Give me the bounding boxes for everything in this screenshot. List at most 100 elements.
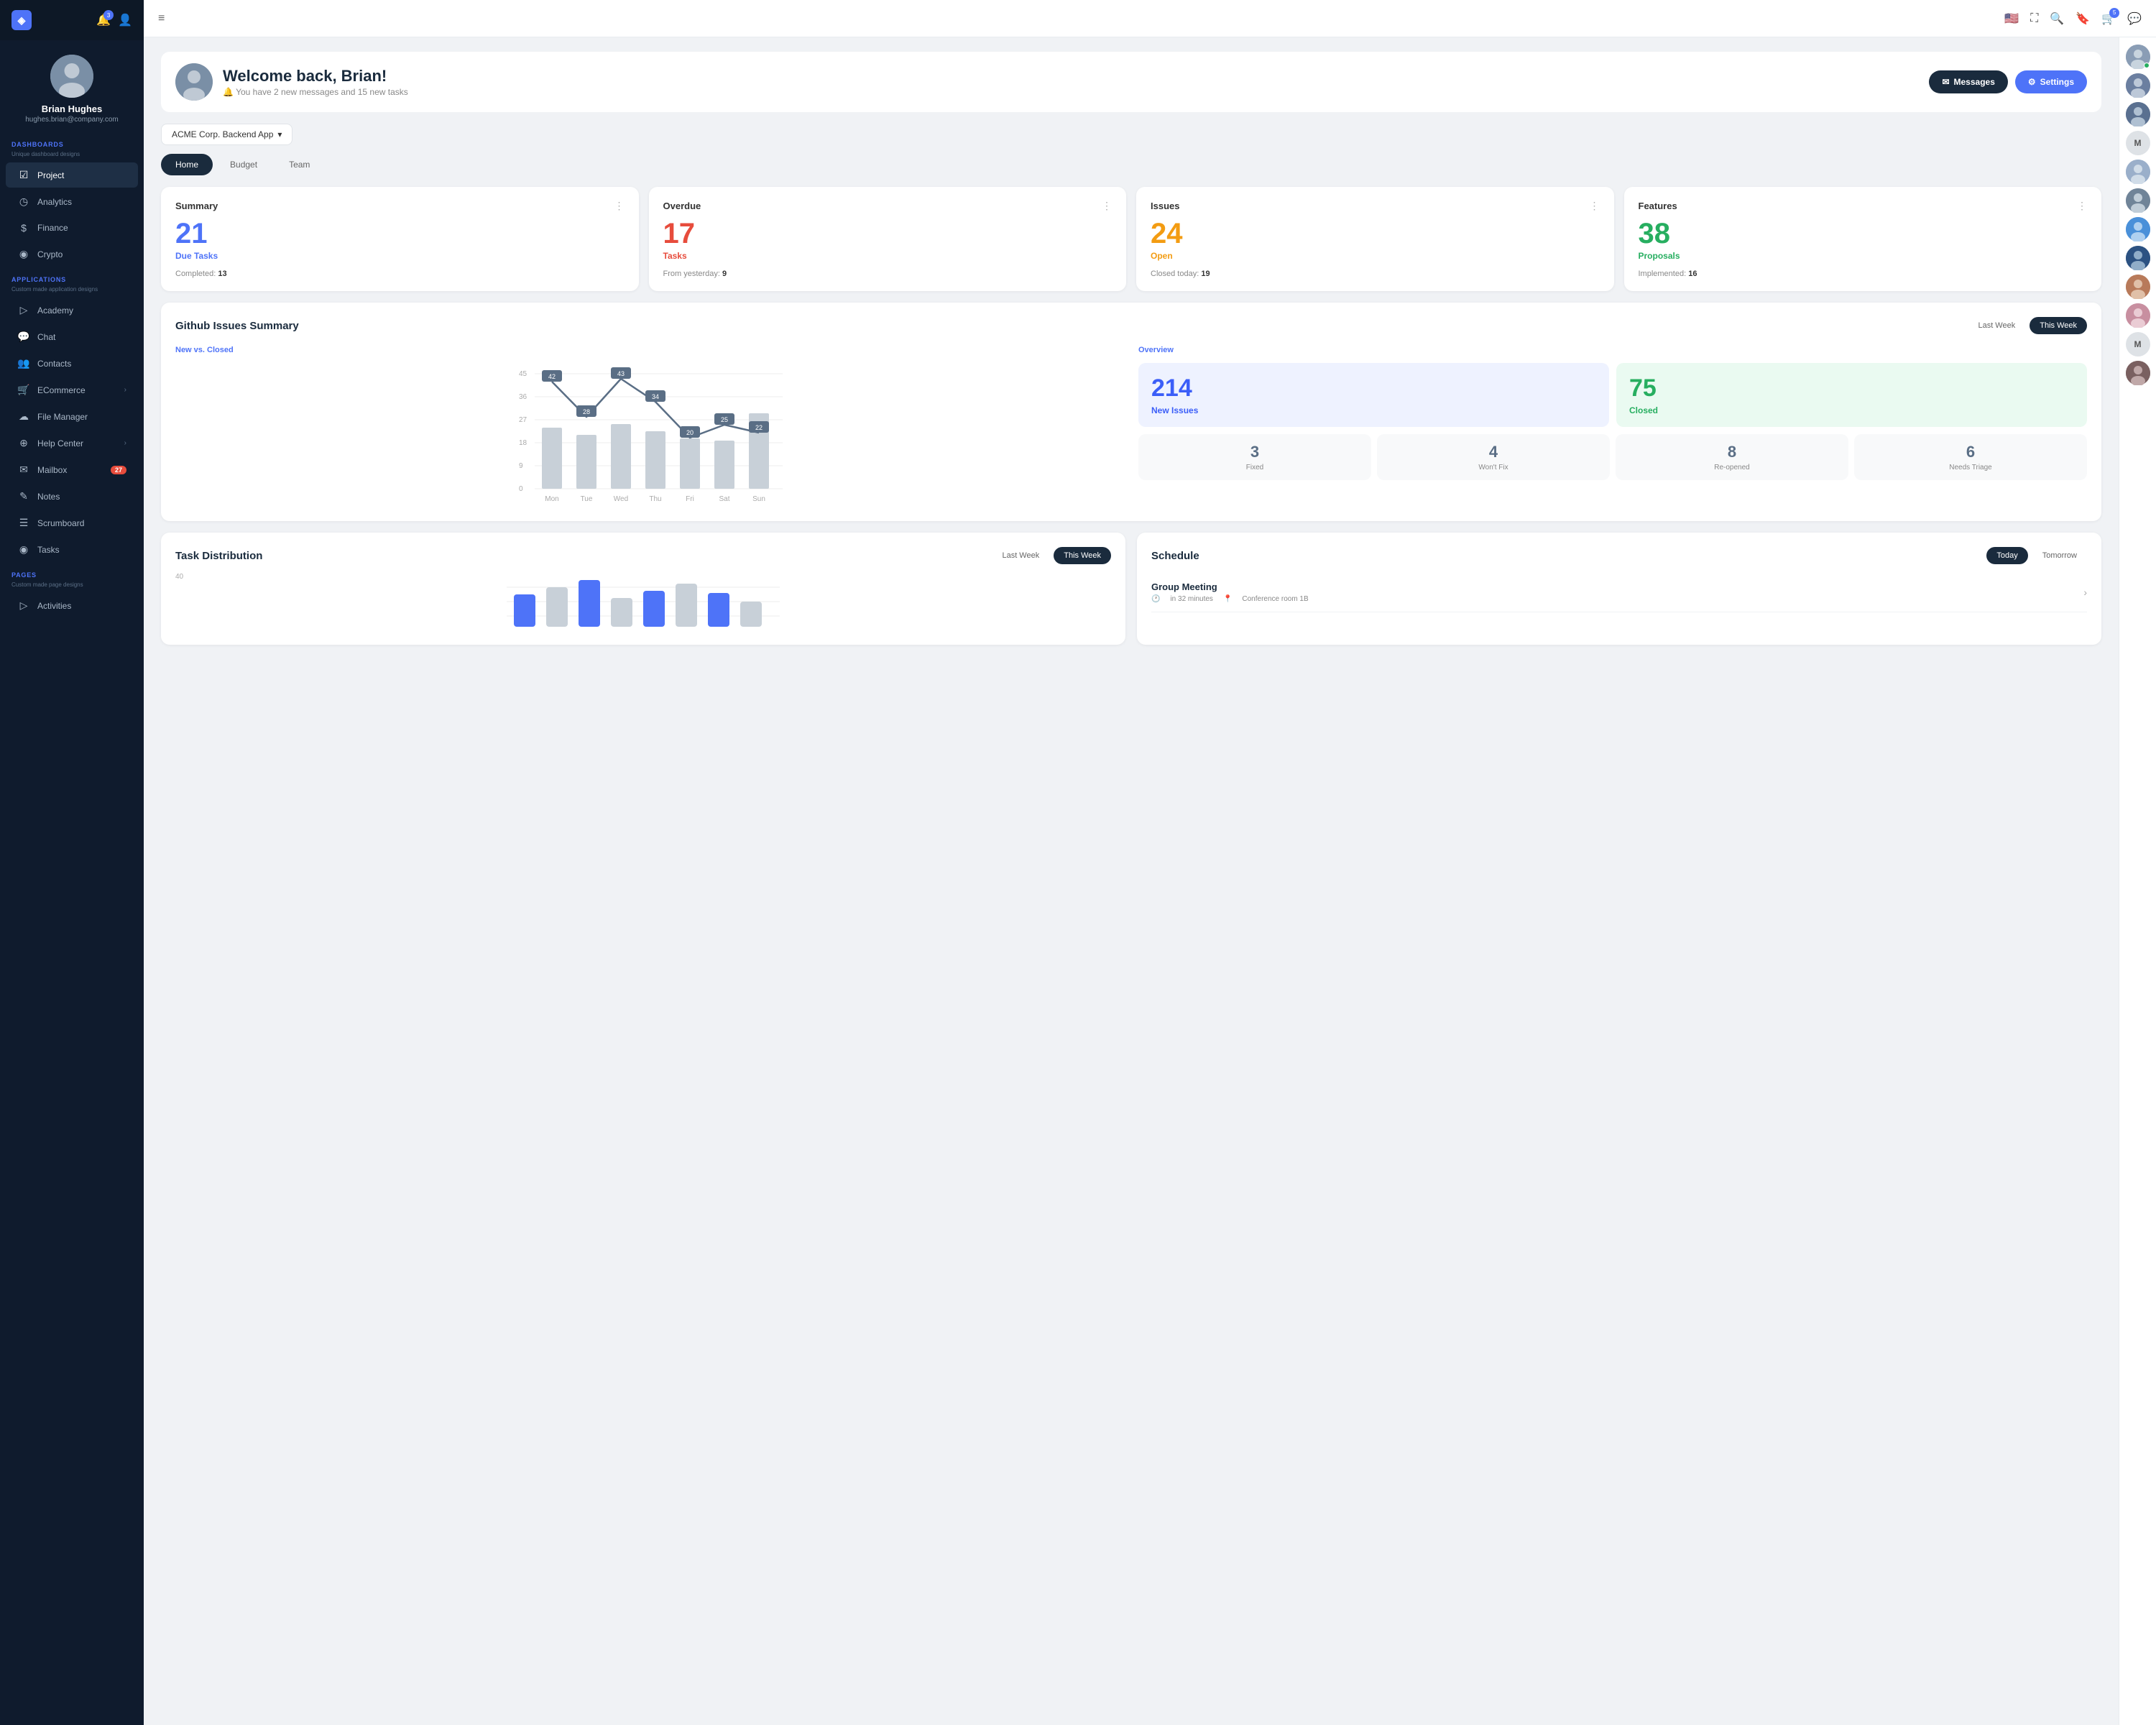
sidebar-item-academy[interactable]: ▷ Academy [6, 298, 138, 323]
notification-icon[interactable]: 🔔 3 [96, 13, 111, 27]
sidebar-item-project[interactable]: ☑ Project [6, 162, 138, 188]
hamburger-icon[interactable]: ≡ [158, 12, 165, 25]
right-avatar-m2[interactable]: M [2126, 332, 2150, 356]
chart-area: 45 36 27 18 9 0 [175, 363, 1124, 507]
settings-icon: ⚙ [2028, 77, 2036, 87]
topbar: ≡ 🇺🇸 ⛶ 🔍 🔖 🛒 5 💬 [144, 0, 2156, 37]
sidebar-item-project-label: Project [37, 170, 64, 180]
sidebar-item-contacts[interactable]: 👥 Contacts [6, 351, 138, 376]
reopened-label: Re-opened [1623, 464, 1841, 472]
reopened-num: 8 [1623, 443, 1841, 461]
settings-button[interactable]: ⚙ Settings [2015, 70, 2087, 93]
chat-topbar-icon[interactable]: 💬 [2127, 12, 2142, 26]
sidebar-item-helpcenter-label: Help Center [37, 438, 83, 448]
sidebar-item-ecommerce[interactable]: 🛒 ECommerce › [6, 377, 138, 402]
right-avatar-4[interactable] [2126, 188, 2150, 213]
right-avatar-2[interactable] [2126, 102, 2150, 126]
online-dot [2144, 63, 2150, 68]
meeting-time: in 32 minutes [1170, 595, 1212, 603]
bookmark-icon[interactable]: 🔖 [2076, 12, 2090, 26]
task-dist-section: Task Distribution Last Week This Week 40 [161, 533, 1125, 645]
right-avatar-7[interactable] [2126, 275, 2150, 299]
welcome-avatar [175, 63, 213, 101]
page-tabs: Home Budget Team [161, 154, 2101, 175]
sidebar-item-filemanager[interactable]: ☁ File Manager [6, 404, 138, 429]
svg-text:Mon: Mon [545, 495, 558, 503]
tab-team[interactable]: Team [275, 154, 324, 175]
meeting-item: Group Meeting 🕐 in 32 minutes 📍 Conferen… [1151, 573, 2087, 612]
features-label: Proposals [1639, 251, 2088, 261]
issues-label: Open [1151, 251, 1600, 261]
mini-cards: 3 Fixed 4 Won't Fix 8 Re-opened [1138, 434, 2087, 480]
overdue-card-menu-icon[interactable]: ⋮ [1102, 200, 1112, 212]
right-avatar-5[interactable] [2126, 217, 2150, 242]
task-dist-this-week[interactable]: This Week [1054, 547, 1111, 564]
right-avatar-8[interactable] [2126, 303, 2150, 328]
sidebar-item-analytics[interactable]: ◷ Analytics [6, 189, 138, 214]
svg-text:Sat: Sat [719, 495, 729, 503]
svg-text:Fri: Fri [686, 495, 694, 503]
sidebar-item-notes[interactable]: ✎ Notes [6, 484, 138, 509]
schedule-today-toggle[interactable]: Today [1986, 547, 2027, 564]
right-avatar-9[interactable] [2126, 361, 2150, 385]
welcome-subtitle-text: You have 2 new messages and 15 new tasks [236, 87, 408, 97]
project-selector[interactable]: ACME Corp. Backend App ▾ [161, 124, 292, 145]
right-avatar-6[interactable] [2126, 246, 2150, 270]
svg-text:27: 27 [519, 416, 528, 424]
meeting-time-icon: 🕐 [1151, 595, 1160, 603]
ecommerce-icon: 🛒 [17, 384, 30, 396]
meeting-chevron-icon[interactable]: › [2083, 586, 2087, 598]
cart-icon[interactable]: 🛒 5 [2101, 12, 2116, 26]
new-issues-card: 214 New Issues [1138, 363, 1609, 427]
sidebar-item-scrumboard[interactable]: ☰ Scrumboard [6, 510, 138, 535]
schedule-tomorrow-toggle[interactable]: Tomorrow [2032, 547, 2087, 564]
helpcenter-arrow-icon: › [124, 439, 126, 447]
issues-card-menu-icon[interactable]: ⋮ [1590, 200, 1600, 212]
project-icon: ☑ [17, 169, 30, 181]
sidebar-item-crypto[interactable]: ◉ Crypto [6, 242, 138, 267]
github-this-week-toggle[interactable]: This Week [2030, 317, 2087, 334]
svg-text:18: 18 [519, 439, 528, 447]
sidebar-item-mailbox[interactable]: ✉ Mailbox 27 [6, 457, 138, 482]
sidebar-item-activities-label: Activities [37, 601, 71, 611]
tab-budget[interactable]: Budget [216, 154, 272, 175]
github-grid: New vs. Closed 45 36 27 18 9 0 [175, 346, 2087, 507]
chart-subtitle: New vs. Closed [175, 346, 1124, 354]
right-panel: M [2119, 37, 2156, 1725]
sidebar-item-helpcenter[interactable]: ⊕ Help Center › [6, 431, 138, 456]
meeting-location-icon: 📍 [1223, 595, 1232, 603]
flag-icon[interactable]: 🇺🇸 [2004, 12, 2019, 26]
schedule-title: Schedule [1151, 550, 1199, 562]
sidebar-item-activities[interactable]: ▷ Activities [6, 593, 138, 618]
features-card-title: Features [1639, 201, 1677, 211]
sidebar-item-notes-label: Notes [37, 492, 60, 502]
sidebar-item-chat[interactable]: 💬 Chat [6, 324, 138, 349]
applications-section-sub: Custom made application designs [0, 286, 144, 297]
sidebar-item-tasks[interactable]: ◉ Tasks [6, 537, 138, 562]
right-avatar-m1[interactable]: M [2126, 131, 2150, 155]
topbar-right: 🇺🇸 ⛶ 🔍 🔖 🛒 5 💬 [2004, 12, 2142, 26]
user-circle-icon[interactable]: 👤 [118, 13, 132, 27]
app-logo[interactable]: ◈ [11, 10, 32, 30]
summary-card-menu-icon[interactable]: ⋮ [614, 200, 625, 212]
summary-card: Summary ⋮ 21 Due Tasks Completed: 13 [161, 187, 639, 291]
right-avatar-1[interactable] [2126, 73, 2150, 98]
sidebar-item-finance[interactable]: $ Finance [6, 216, 138, 240]
svg-text:22: 22 [755, 424, 763, 431]
task-dist-last-week[interactable]: Last Week [992, 547, 1049, 564]
notification-badge: 3 [103, 10, 114, 20]
triage-label: Needs Triage [1861, 464, 2080, 472]
features-card-menu-icon[interactable]: ⋮ [2077, 200, 2087, 212]
right-avatar-0[interactable] [2126, 45, 2150, 69]
right-avatar-3[interactable] [2126, 160, 2150, 184]
github-last-week-toggle[interactable]: Last Week [1968, 317, 2025, 334]
fullscreen-icon[interactable]: ⛶ [2030, 12, 2038, 25]
messages-button[interactable]: ✉ Messages [1929, 70, 2007, 93]
project-selector-label: ACME Corp. Backend App [172, 129, 273, 139]
overview-grid: 214 New Issues 75 Closed [1138, 363, 2087, 427]
project-selector-chevron-icon: ▾ [277, 129, 282, 139]
search-icon[interactable]: 🔍 [2050, 12, 2064, 26]
welcome-left: Welcome back, Brian! 🔔 You have 2 new me… [175, 63, 408, 101]
tab-home[interactable]: Home [161, 154, 213, 175]
ecommerce-arrow-icon: › [124, 386, 126, 394]
